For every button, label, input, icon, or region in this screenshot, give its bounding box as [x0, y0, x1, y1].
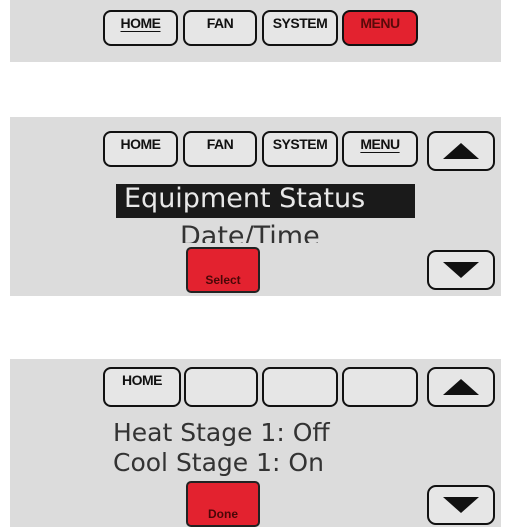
home-label: HOME — [120, 136, 162, 152]
scroll-up-button[interactable] — [427, 131, 495, 171]
home-button[interactable]: HOME — [103, 367, 181, 407]
blank-button-3[interactable] — [342, 367, 418, 407]
select-label: Select — [205, 273, 241, 287]
menu-item-equipment-status[interactable]: Equipment Status — [124, 183, 365, 214]
system-button[interactable]: SYSTEM — [262, 10, 338, 46]
system-label: SYSTEM — [272, 15, 328, 31]
home-label: HOME — [122, 372, 163, 388]
system-label: SYSTEM — [272, 136, 328, 152]
home-button[interactable]: HOME — [103, 10, 178, 46]
status-line-heat: Heat Stage 1: Off — [113, 418, 330, 447]
fan-button[interactable]: FAN — [183, 131, 257, 167]
menu-button[interactable]: MENU — [342, 131, 418, 167]
up-arrow-icon — [443, 379, 479, 395]
menu-item-date-time-clip: Date/Time — [100, 219, 430, 243]
blank-button-1[interactable] — [184, 367, 258, 407]
menu-label: MENU — [360, 136, 400, 152]
down-arrow-icon — [443, 262, 479, 278]
menu-button[interactable]: MENU — [342, 10, 418, 46]
home-button[interactable]: HOME — [103, 131, 178, 167]
status-line-cool: Cool Stage 1: On — [113, 448, 324, 477]
done-label: Done — [208, 507, 238, 521]
down-arrow-icon — [443, 497, 479, 513]
scroll-down-button[interactable] — [427, 250, 495, 290]
system-button[interactable]: SYSTEM — [262, 131, 338, 167]
menu-label: MENU — [360, 15, 400, 31]
up-arrow-icon — [443, 143, 479, 159]
select-button[interactable]: Select — [186, 247, 260, 293]
blank-button-2[interactable] — [262, 367, 338, 407]
done-button[interactable]: Done — [186, 481, 260, 527]
fan-label: FAN — [206, 136, 234, 152]
home-label: HOME — [120, 15, 162, 31]
scroll-up-button[interactable] — [427, 367, 495, 407]
fan-button[interactable]: FAN — [183, 10, 257, 46]
scroll-down-button[interactable] — [427, 485, 495, 525]
fan-label: FAN — [206, 15, 234, 31]
menu-item-date-time[interactable]: Date/Time — [180, 221, 320, 243]
